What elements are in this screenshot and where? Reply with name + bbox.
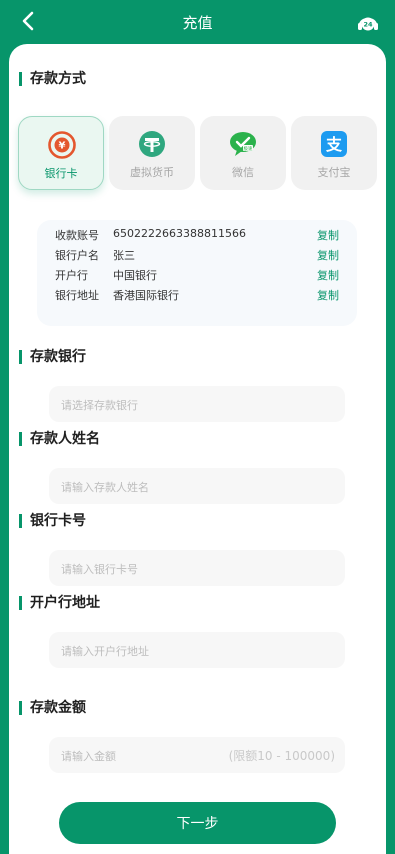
bank-address-field[interactable] xyxy=(49,632,345,670)
depositor-name-input[interactable] xyxy=(59,468,333,506)
copy-bank-button[interactable]: 复制 xyxy=(317,267,339,283)
method-crypto[interactable]: 虚拟货币 xyxy=(109,116,195,190)
next-step-button[interactable]: 下一步 xyxy=(59,802,336,844)
section-title-card: 银行卡号 xyxy=(19,514,86,528)
svg-text:24: 24 xyxy=(363,21,373,29)
recharge-card: 存款方式 ¥ 银行卡 虚拟货币 极速 微信 支 支付宝 收款账号 6502222… xyxy=(9,44,386,854)
method-alipay[interactable]: 支 支付宝 xyxy=(291,116,377,190)
section-title-name: 存款人姓名 xyxy=(19,432,100,446)
bank-select[interactable] xyxy=(49,386,345,424)
method-label: 微信 xyxy=(232,166,254,179)
section-title-amount: 存款金额 xyxy=(19,701,86,715)
section-title-address: 开户行地址 xyxy=(19,596,100,610)
svg-text:¥: ¥ xyxy=(59,141,66,152)
method-label: 银行卡 xyxy=(44,167,78,180)
yuan-coin-icon: ¥ xyxy=(48,131,76,159)
headset-24-icon[interactable]: 24 xyxy=(355,10,381,36)
info-value: 6502222663388811566 xyxy=(113,227,246,240)
amount-limit: (限额10 - 100000) xyxy=(228,749,335,763)
svg-text:极速: 极速 xyxy=(244,145,253,152)
tether-icon xyxy=(139,131,165,157)
top-bar: 充值 24 xyxy=(0,0,395,44)
card-number-field[interactable] xyxy=(49,550,345,588)
info-row-holder: 银行户名 张三 复制 xyxy=(55,245,339,265)
alipay-icon: 支 xyxy=(321,131,347,157)
amount-field[interactable]: (限额10 - 100000) xyxy=(49,737,345,775)
page-title: 充值 xyxy=(182,14,213,32)
copy-holder-button[interactable]: 复制 xyxy=(317,247,339,263)
card-number-input[interactable] xyxy=(59,550,333,588)
svg-text:支: 支 xyxy=(325,135,343,154)
depositor-name-field[interactable] xyxy=(49,468,345,506)
method-wechat[interactable]: 极速 微信 xyxy=(200,116,286,190)
method-bank-card[interactable]: ¥ 银行卡 xyxy=(18,116,104,190)
info-key: 收款账号 xyxy=(55,229,99,242)
info-value: 中国银行 xyxy=(113,269,157,282)
info-key: 银行户名 xyxy=(55,249,99,262)
info-key: 开户行 xyxy=(55,269,88,282)
info-row-bank: 开户行 中国银行 复制 xyxy=(55,265,339,285)
info-row-address: 银行地址 香港国际银行 复制 xyxy=(55,285,339,305)
method-label: 虚拟货币 xyxy=(130,166,174,179)
bank-select-input[interactable] xyxy=(59,386,333,424)
method-label: 支付宝 xyxy=(317,166,351,179)
copy-account-button[interactable]: 复制 xyxy=(317,227,339,243)
bank-address-input[interactable] xyxy=(59,632,333,670)
receiving-account-info: 收款账号 6502222663388811566 复制 银行户名 张三 复制 开… xyxy=(37,220,357,326)
info-row-account: 收款账号 6502222663388811566 复制 xyxy=(55,225,339,245)
info-value: 张三 xyxy=(113,249,135,262)
wechat-icon: 极速 xyxy=(230,132,256,156)
copy-address-button[interactable]: 复制 xyxy=(317,287,339,303)
info-value: 香港国际银行 xyxy=(113,289,179,302)
section-title-method: 存款方式 xyxy=(19,72,86,86)
info-key: 银行地址 xyxy=(55,289,99,302)
section-title-bank: 存款银行 xyxy=(19,350,86,364)
